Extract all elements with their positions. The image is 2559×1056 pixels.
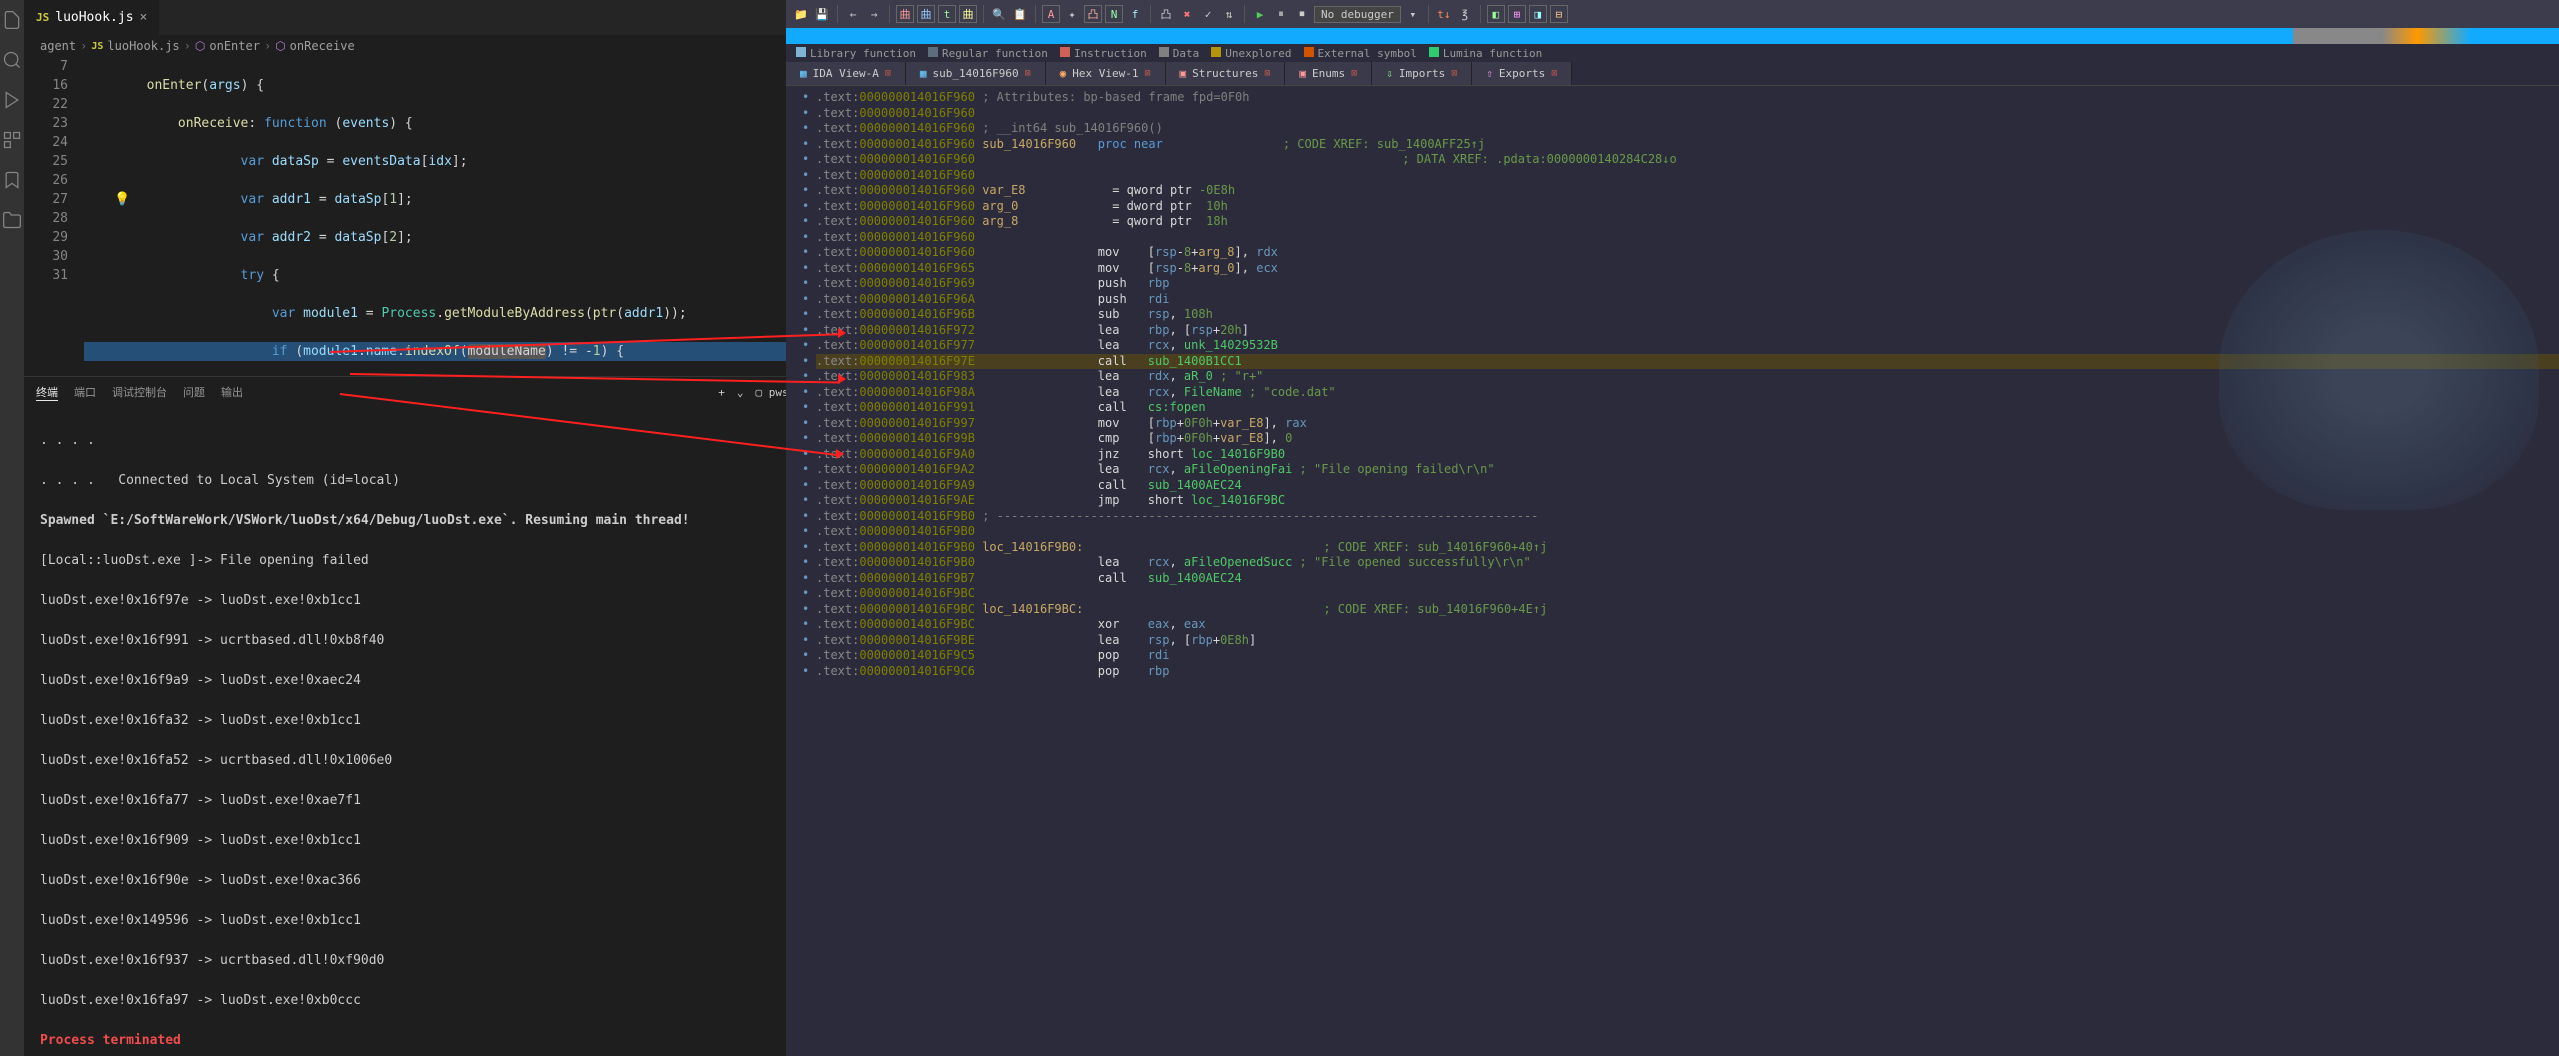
line-gutter: 7 16 22 23 24 25 26 💡27 28 29 30 31 [24,57,84,376]
tool-star[interactable]: ✦ [1063,5,1081,23]
tool-opt1[interactable]: ◧ [1487,5,1505,23]
tab-structures[interactable]: ▣Structures⊠ [1166,62,1286,85]
stop-icon[interactable]: ⏹ [1293,5,1311,23]
tool-d2[interactable]: ✓ [1199,5,1217,23]
tool-c[interactable]: t [938,5,956,23]
ida-pro-window: 📁 💾 ← → 曲 曲 t 曲 🔍 📋 A ✦ 凸 N f 凸 ✖ ✓ ⇅ ▶ [786,0,2559,1056]
tab-terminal[interactable]: 终端 [36,384,58,401]
new-terminal-icon[interactable]: + [718,386,725,399]
tool-a[interactable]: 曲 [896,5,914,23]
run-icon[interactable]: ▶ [1251,5,1269,23]
vscode-activity-bar [0,0,24,1056]
open-icon[interactable]: 📁 [792,5,810,23]
dropdown-icon[interactable]: ▾ [1404,5,1422,23]
tab-ports[interactable]: 端口 [74,384,96,400]
search-icon[interactable] [0,48,24,72]
debug-icon[interactable] [0,88,24,112]
tab-ida-view[interactable]: ▦IDA View-A⊠ [786,62,906,85]
ida-view-tabs: ▦IDA View-A⊠ ▦sub_14016F960⊠ ◉Hex View-1… [786,62,2559,86]
save-icon[interactable]: 💾 [813,5,831,23]
extensions-icon[interactable] [0,128,24,152]
tool-s[interactable]: 凸 [1084,5,1102,23]
back-icon[interactable]: ← [844,5,862,23]
tool-d[interactable]: 曲 [959,5,977,23]
tab-filename: luoHook.js [55,10,133,25]
tab-hex[interactable]: ◉Hex View-1⊠ [1046,62,1166,85]
tool-n[interactable]: N [1105,5,1123,23]
tool-h[interactable]: 凸 [1157,5,1175,23]
tool-b[interactable]: 曲 [917,5,935,23]
tab-imports[interactable]: ⇩Imports⊠ [1372,62,1472,85]
ida-navigation-band[interactable] [786,28,2559,44]
project-icon[interactable] [0,208,24,232]
editor-tab-luohook[interactable]: JS luoHook.js × [24,0,159,35]
step-icon[interactable]: t↓ [1435,5,1453,23]
tool-opt4[interactable]: ⊟ [1550,5,1568,23]
bookmark-icon[interactable] [0,168,24,192]
pause-icon[interactable]: ⏸ [1272,5,1290,23]
tool-f[interactable]: f [1126,5,1144,23]
js-file-icon: JS [36,11,49,24]
close-icon[interactable]: × [140,10,148,25]
tool-wand[interactable]: ⇅ [1220,5,1238,23]
tab-debug-console[interactable]: 调试控制台 [112,384,167,400]
terminal-dropdown-icon[interactable]: ⌄ [737,386,744,399]
ida-disassembly[interactable]: •.text:000000014016F960 ; Attributes: bp… [786,86,2559,1056]
tool-opt3[interactable]: ◨ [1529,5,1547,23]
ida-toolbar: 📁 💾 ← → 曲 曲 t 曲 🔍 📋 A ✦ 凸 N f 凸 ✖ ✓ ⇅ ▶ [786,0,2559,28]
forward-icon[interactable]: → [865,5,883,23]
tab-problems[interactable]: 问题 [183,384,205,400]
tab-sub[interactable]: ▦sub_14016F960⊠ [906,62,1046,85]
files-icon[interactable] [0,8,24,32]
search-icon[interactable]: 🔍 [990,5,1008,23]
tool-x[interactable]: ✖ [1178,5,1196,23]
ida-legend: Library function Regular function Instru… [786,44,2559,62]
lightbulb-icon[interactable]: 💡 [114,190,130,209]
tool-opt2[interactable]: ⊞ [1508,5,1526,23]
debugger-dropdown[interactable]: No debugger [1314,6,1401,23]
step-over-icon[interactable]: ℥ [1456,5,1474,23]
tool-text[interactable]: 📋 [1011,5,1029,23]
tab-output[interactable]: 输出 [221,384,243,400]
tab-enums[interactable]: ▣Enums⊠ [1285,62,1372,85]
tab-exports[interactable]: ⇧Exports⊠ [1472,62,1572,85]
tool-a2[interactable]: A [1042,5,1060,23]
